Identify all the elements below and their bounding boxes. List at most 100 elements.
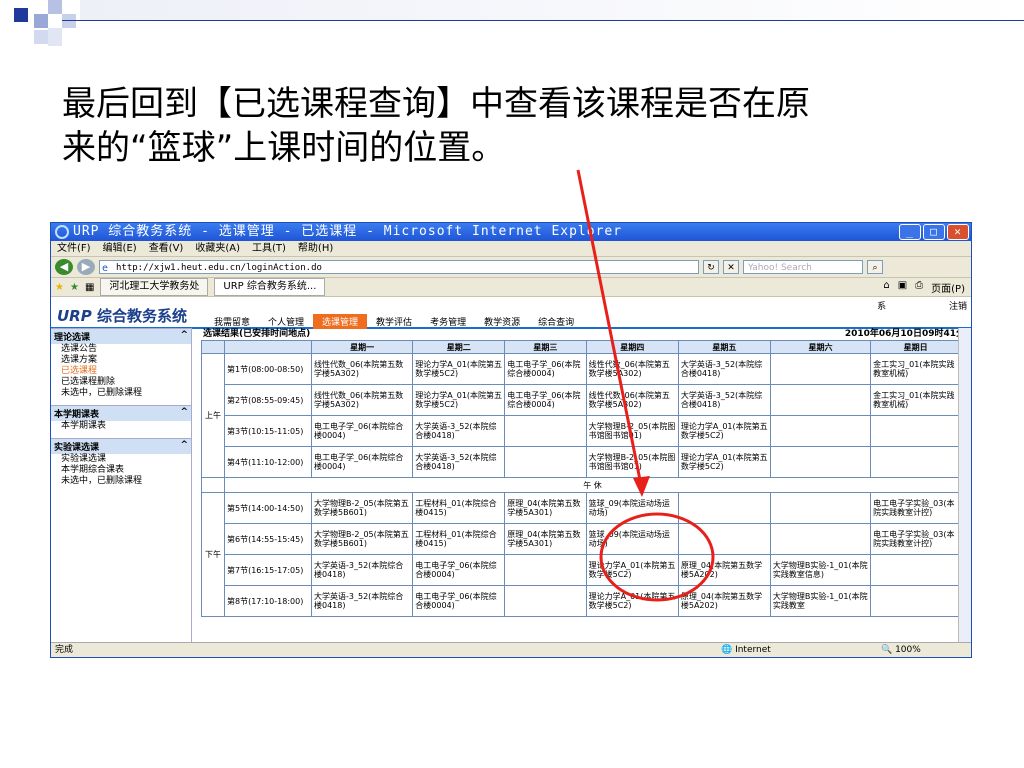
course-cell[interactable]: 电工电子学_06(本院综合楼0004) bbox=[504, 353, 587, 385]
page-menu[interactable]: 页面(P) bbox=[931, 280, 965, 295]
course-cell[interactable]: 理论力学A_01(本院第五数学楼5C2) bbox=[412, 384, 506, 416]
course-cell[interactable]: 大学英语-3_52(本院综合楼0418) bbox=[412, 446, 506, 478]
course-cell[interactable]: 理论力学A_01(本院第五数学楼5C2) bbox=[677, 446, 771, 478]
course-cell[interactable] bbox=[870, 585, 961, 617]
course-cell[interactable]: 大学物理B-2_05(本院第五数学楼5B601) bbox=[310, 523, 414, 555]
course-cell[interactable]: 理论力学A_01(本院第五数学楼5C2) bbox=[677, 415, 771, 447]
course-cell[interactable] bbox=[504, 415, 587, 447]
menu-item-4[interactable]: 工具(T) bbox=[252, 241, 286, 256]
course-cell[interactable] bbox=[677, 523, 771, 555]
course-cell[interactable]: 大学英语-3_52(本院综合楼0418) bbox=[412, 415, 506, 447]
collapse-icon[interactable]: ^ bbox=[180, 440, 188, 453]
course-cell[interactable] bbox=[870, 554, 961, 586]
tab-hebei[interactable]: 河北理工大学教务处 bbox=[100, 278, 209, 296]
course-cell[interactable]: 原理_04(本院第五数学楼5A202) bbox=[677, 585, 771, 617]
course-cell[interactable] bbox=[769, 384, 872, 416]
logout-link[interactable]: 注销 bbox=[949, 302, 967, 312]
sidebar-group-header[interactable]: 实验课选课 ^ bbox=[51, 438, 191, 454]
status-zoom[interactable]: 🔍 100% bbox=[881, 643, 921, 657]
nav-tab-2[interactable]: 选课管理 bbox=[313, 314, 368, 329]
course-cell[interactable] bbox=[504, 585, 587, 617]
tab-grid-icon[interactable]: ▦ bbox=[85, 282, 94, 293]
feeds-icon[interactable]: ▣ bbox=[898, 280, 907, 295]
print-icon[interactable]: ⎙ bbox=[915, 280, 923, 295]
minimize-icon[interactable]: _ bbox=[899, 224, 921, 240]
collapse-icon[interactable]: ^ bbox=[180, 330, 188, 343]
course-cell[interactable]: 工程材料_01(本院综合楼0415) bbox=[412, 523, 506, 555]
course-cell[interactable]: 电工电子学_06(本院综合楼0004) bbox=[412, 585, 506, 617]
course-cell[interactable]: 大学物理B-2_05(本院第五数学楼5B601) bbox=[310, 492, 414, 524]
nav-tab-3[interactable]: 教学评估 bbox=[367, 314, 421, 329]
course-cell[interactable]: 电工电子学实验_03(本院实践教室计控) bbox=[870, 523, 961, 555]
course-cell[interactable]: 电工电子学_06(本院综合楼0004) bbox=[504, 384, 587, 416]
course-cell[interactable]: 大学物理B实验-1_01(本院实践教室 bbox=[769, 585, 872, 617]
add-favorite-icon[interactable]: ★ bbox=[70, 282, 79, 293]
refresh-icon[interactable]: ↻ bbox=[703, 260, 719, 274]
course-cell[interactable] bbox=[769, 415, 872, 447]
course-cell[interactable] bbox=[870, 446, 961, 478]
course-cell[interactable] bbox=[504, 446, 587, 478]
sidebar-item[interactable]: 本学期课表 bbox=[51, 421, 191, 432]
back-arrow-icon[interactable]: ◀ bbox=[55, 259, 73, 275]
course-cell[interactable]: 大学英语-3_52(本院综合楼0418) bbox=[677, 384, 771, 416]
course-cell[interactable]: 篮球_09(本院运动场运动场) bbox=[585, 523, 679, 555]
nav-tab-6[interactable]: 综合查询 bbox=[529, 314, 583, 329]
course-cell[interactable]: 原理_04(本院第五数学楼5A301) bbox=[504, 492, 587, 524]
sidebar-item[interactable]: 选课方案 bbox=[51, 355, 191, 366]
menu-item-5[interactable]: 帮助(H) bbox=[298, 241, 333, 256]
course-cell[interactable]: 电工电子学_06(本院综合楼0004) bbox=[310, 446, 414, 478]
course-cell[interactable]: 原理_04(本院第五数学楼5A301) bbox=[504, 523, 587, 555]
search-icon[interactable]: ⌕ bbox=[867, 260, 883, 274]
sidebar-item[interactable]: 已选课程删除 bbox=[51, 377, 191, 388]
menu-item-3[interactable]: 收藏夹(A) bbox=[195, 241, 240, 256]
sidebar-item[interactable]: 未选中，已删除课程 bbox=[51, 476, 191, 487]
nav-tab-1[interactable]: 个人管理 bbox=[259, 314, 313, 329]
course-cell[interactable]: 理论力学A_01(本院第五数学楼5C2) bbox=[585, 585, 679, 617]
course-cell[interactable]: 大学英语-3_52(本院综合楼0418) bbox=[677, 353, 771, 385]
course-cell[interactable]: 线性代数_06(本院第五数学楼5A302) bbox=[310, 384, 414, 416]
course-cell[interactable]: 大学物理B-2_05(本院图书馆图书馆01) bbox=[585, 446, 679, 478]
course-cell[interactable]: 理论力学A_01(本院第五数学楼5C2) bbox=[412, 353, 506, 385]
course-cell[interactable]: 大学英语-3_52(本院综合楼0418) bbox=[310, 585, 414, 617]
course-cell[interactable] bbox=[769, 446, 872, 478]
close-icon[interactable]: ✕ bbox=[947, 224, 969, 240]
stop-icon[interactable]: ✕ bbox=[723, 260, 739, 274]
course-cell[interactable]: 线性代数_06(本院第五数学楼5A302) bbox=[310, 353, 414, 385]
nav-tab-0[interactable]: 我需留意 bbox=[205, 314, 259, 329]
search-input[interactable]: Yahoo! Search bbox=[743, 260, 863, 274]
course-cell[interactable] bbox=[677, 492, 771, 524]
course-cell[interactable] bbox=[769, 353, 872, 385]
sidebar-group-header[interactable]: 理论选课 ^ bbox=[51, 328, 191, 344]
menu-item-0[interactable]: 文件(F) bbox=[57, 241, 91, 256]
course-cell[interactable]: 线性代数_06(本院第五数学楼5A302) bbox=[585, 384, 679, 416]
course-cell[interactable] bbox=[769, 523, 872, 555]
forward-arrow-icon[interactable]: ▶ bbox=[77, 259, 95, 275]
home-icon[interactable]: ⌂ bbox=[883, 280, 889, 295]
course-cell[interactable]: 原理_04(本院第五数学楼5A202) bbox=[677, 554, 771, 586]
favorites-star-icon[interactable]: ★ bbox=[55, 282, 64, 293]
course-cell[interactable] bbox=[769, 492, 872, 524]
course-cell[interactable] bbox=[504, 554, 587, 586]
maximize-icon[interactable]: □ bbox=[923, 224, 945, 240]
course-cell[interactable]: 理论力学A_01(本院第五数学楼5C2) bbox=[585, 554, 679, 586]
menu-item-2[interactable]: 查看(V) bbox=[149, 241, 184, 256]
course-cell[interactable] bbox=[870, 415, 961, 447]
sidebar-item[interactable]: 选课公告 bbox=[51, 344, 191, 355]
collapse-icon[interactable]: ^ bbox=[180, 407, 188, 420]
course-cell[interactable]: 篮球_09(本院运动场运动场) bbox=[585, 492, 679, 524]
course-cell[interactable]: 金工实习_01(本院实践教室机械) bbox=[870, 384, 961, 416]
sidebar-item[interactable]: 已选课程 bbox=[51, 366, 191, 377]
sidebar-group-header[interactable]: 本学期课表 ^ bbox=[51, 405, 191, 421]
nav-tab-5[interactable]: 教学资源 bbox=[475, 314, 529, 329]
nav-tab-4[interactable]: 考务管理 bbox=[421, 314, 475, 329]
course-cell[interactable]: 大学物理B-2_05(本院图书馆图书馆01) bbox=[585, 415, 679, 447]
address-input[interactable]: e http://xjw1.heut.edu.cn/loginAction.do bbox=[99, 260, 699, 274]
tab-urp[interactable]: URP 综合教务系统... bbox=[214, 278, 326, 296]
sidebar-item[interactable]: 本学期综合课表 bbox=[51, 465, 191, 476]
course-cell[interactable]: 大学英语-3_52(本院综合楼0418) bbox=[310, 554, 414, 586]
course-cell[interactable]: 线性代数_06(本院第五数学楼5A302) bbox=[585, 353, 679, 385]
course-cell[interactable]: 金工实习_01(本院实践教室机械) bbox=[870, 353, 961, 385]
course-cell[interactable]: 工程材料_01(本院综合楼0415) bbox=[412, 492, 506, 524]
course-cell[interactable]: 大学物理B实验-1_01(本院实践教室信息) bbox=[769, 554, 872, 586]
sidebar-item[interactable]: 未选中，已删除课程 bbox=[51, 388, 191, 399]
